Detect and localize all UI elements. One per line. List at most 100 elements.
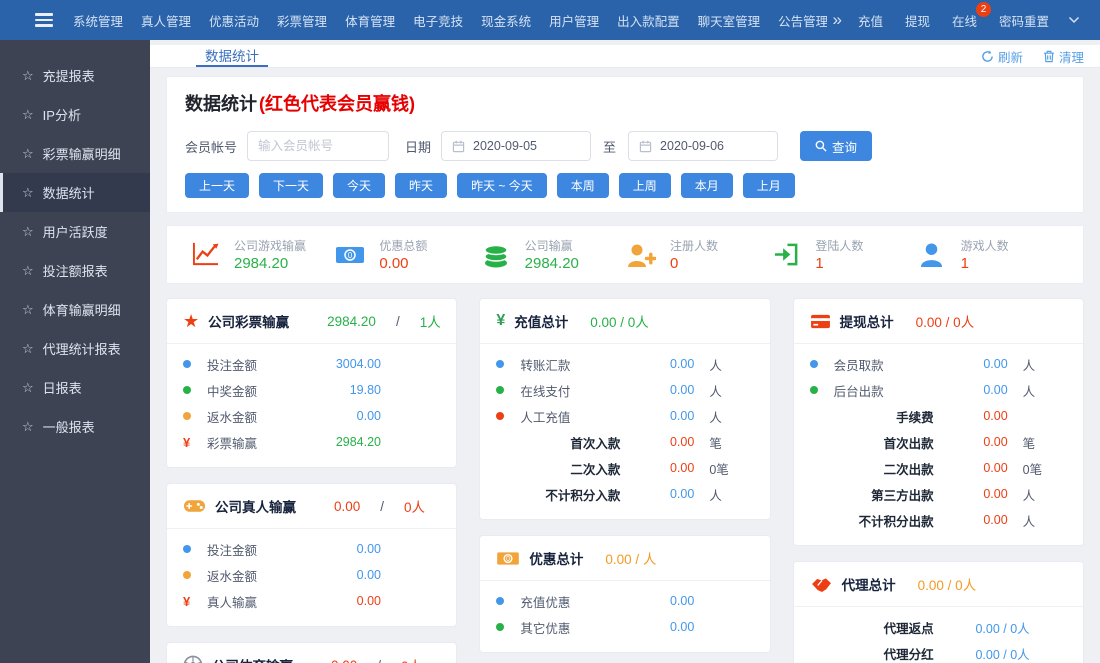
star-award-icon: ★: [183, 311, 200, 331]
green-dot-icon: [809, 386, 818, 394]
blue-dot-icon: [496, 597, 505, 605]
sidebar-item-label: 日报表: [42, 381, 82, 396]
stat-row: 返水金额 0.00: [183, 403, 440, 429]
top-menu-item-lottery-mgmt[interactable]: 彩票管理: [268, 0, 336, 40]
star-icon: ☆: [22, 301, 34, 317]
stat-row: ¥ 彩票输赢 2984.20: [183, 434, 381, 451]
page-title: 数据统计 (红色代表会员赢钱): [185, 94, 415, 114]
sidebar-item-general-report[interactable]: ☆ 一般报表: [0, 407, 150, 446]
stat-login-count: 登陆人数 1: [770, 237, 915, 272]
coins-icon: [480, 241, 512, 269]
svg-text:0: 0: [348, 251, 353, 260]
stat-promo-total: 0 优惠总额 0.00: [334, 237, 479, 272]
sidebar-item-user-activity[interactable]: ☆ 用户活跃度: [0, 212, 150, 251]
line-chart-icon: [189, 241, 221, 268]
clear-button[interactable]: 清理: [1043, 47, 1084, 66]
yen-icon: ¥: [183, 593, 191, 609]
stat-row: 投注金额 3004.00: [183, 351, 440, 377]
sidebar-item-label: 用户活跃度: [42, 225, 108, 240]
handshake-icon: [810, 576, 833, 593]
top-navbar: 系统管理 真人管理 优惠活动 彩票管理 体育管理 电子竞技 现金系统 用户管理 …: [0, 0, 1100, 40]
top-menu-item-user-mgmt[interactable]: 用户管理: [540, 0, 608, 40]
trash-icon: [1043, 50, 1054, 62]
withdraw-link[interactable]: 提现: [894, 0, 941, 40]
stat-row: 返水金额 0.00: [183, 562, 440, 588]
stat-row: 会员取款 0.00 人: [809, 351, 1067, 377]
top-menu-item-live-mgmt[interactable]: 真人管理: [132, 0, 200, 40]
stat-row: 二次出款 0.00 0笔: [883, 461, 1043, 477]
top-menu-item-esports-mgmt[interactable]: 电子竞技: [404, 0, 472, 40]
sidebar-item-ip-analysis[interactable]: ☆ IP分析: [0, 95, 150, 134]
quick-last-week-button[interactable]: 上周: [618, 173, 671, 198]
search-button[interactable]: 查询: [800, 131, 873, 161]
member-account-input[interactable]: [247, 131, 390, 161]
quick-this-week-button[interactable]: 本周: [556, 173, 609, 198]
chevron-down-icon[interactable]: [1060, 16, 1088, 24]
top-menu-item-system-mgmt[interactable]: 系统管理: [64, 0, 132, 40]
star-icon: ☆: [22, 67, 34, 83]
stat-row: 不计积分入款 0.00 人: [545, 487, 722, 503]
star-icon: ☆: [22, 145, 34, 161]
banknote-icon: 0: [334, 244, 366, 266]
quick-next-day-button[interactable]: 下一天: [259, 173, 324, 198]
orange-dot-icon: [183, 412, 191, 420]
card-lottery-winloss: ★ 公司彩票输赢 2984.20 / 1人 投注金额 3004.00 中奖金额 19…: [166, 298, 458, 468]
hamburger-menu-icon[interactable]: [24, 0, 64, 40]
sidebar-item-sports-winloss-detail[interactable]: ☆ 体育输赢明细: [0, 290, 150, 329]
sidebar-item-recharge-withdraw-report[interactable]: ☆ 充提报表: [0, 56, 150, 95]
more-menus-icon[interactable]: »: [827, 0, 846, 40]
sidebar-item-agent-statistics-report[interactable]: ☆ 代理统计报表: [0, 329, 150, 368]
recharge-link[interactable]: 充值: [847, 0, 894, 40]
refresh-button[interactable]: 刷新: [981, 47, 1023, 66]
stat-row: 后台出款 0.00 人: [809, 377, 1067, 403]
date-to-input[interactable]: 2020-09-06: [628, 131, 779, 161]
topbar-right-actions: 充值 提现 在线 2 密码重置: [847, 0, 1100, 40]
sidebar: ☆ 充提报表 ☆ IP分析 ☆ 彩票输赢明细 ☆ 数据统计 ☆ 用户活跃度 ☆ 投注额报表 …: [0, 40, 150, 663]
sidebar-item-label: 体育输赢明细: [42, 303, 121, 318]
top-menu-item-payment-config[interactable]: 出入款配置: [608, 0, 689, 40]
stat-row: 二次入款 0.00 0笔: [570, 461, 729, 477]
stat-player-count: 游戏人数 1: [916, 237, 1061, 272]
sidebar-item-lottery-winloss-detail[interactable]: ☆ 彩票输赢明细: [0, 134, 150, 173]
stat-row: 人工充值 0.00 人: [496, 403, 753, 429]
sidebar-item-label: 彩票输赢明细: [42, 147, 121, 162]
quick-today-button[interactable]: 今天: [333, 173, 386, 198]
quick-yesterday-button[interactable]: 昨天: [395, 173, 448, 198]
sidebar-item-bet-amount-report[interactable]: ☆ 投注额报表: [0, 251, 150, 290]
summary-stats: 公司游戏输赢 2984.20 0 优惠总额 0.00 公司输赢 2984.20 注册人…: [166, 225, 1084, 284]
quick-last-month-button[interactable]: 上月: [742, 173, 795, 198]
stat-row: 首次入款 0.00 笔: [570, 435, 722, 451]
blue-dot-icon: [183, 360, 191, 368]
search-icon: [815, 140, 827, 152]
star-icon: ☆: [22, 106, 34, 122]
top-menu-item-chatroom-mgmt[interactable]: 聊天室管理: [689, 0, 770, 40]
green-dot-icon: [183, 386, 191, 394]
stat-row: 投注金额 0.00: [183, 536, 440, 562]
sidebar-item-data-statistics[interactable]: ☆ 数据统计: [0, 173, 150, 212]
gamepad-icon: [183, 498, 206, 514]
quick-this-month-button[interactable]: 本月: [680, 173, 733, 198]
star-icon: ☆: [22, 184, 34, 200]
top-menu-item-cash-system[interactable]: 现金系统: [472, 0, 540, 40]
quick-yesterday-to-today-button[interactable]: 昨天 ~ 今天: [457, 173, 547, 198]
sidebar-item-daily-report[interactable]: ☆ 日报表: [0, 368, 150, 407]
online-link[interactable]: 在线 2: [941, 0, 991, 40]
user-icon: [916, 241, 948, 268]
stat-row: 充值优惠 0.00: [496, 588, 753, 614]
top-menu-item-announcement-mgmt[interactable]: 公告管理: [769, 0, 827, 40]
date-from-input[interactable]: 2020-09-05: [441, 131, 592, 161]
red-dot-icon: [496, 412, 505, 420]
top-menu-item-promo-activity[interactable]: 优惠活动: [200, 0, 268, 40]
password-reset-link[interactable]: 密码重置: [988, 0, 1060, 40]
quick-prev-day-button[interactable]: 上一天: [185, 173, 250, 198]
yen-icon: ¥: [183, 434, 191, 450]
tab-data-statistics[interactable]: 数据统计: [196, 45, 268, 67]
star-icon: ☆: [22, 262, 34, 278]
blue-dot-icon: [183, 545, 191, 553]
card-sports-winloss: 公司体育输赢 0.00 / 0人 投注金额0.00: [166, 642, 458, 663]
top-menu-item-sports-mgmt[interactable]: 体育管理: [336, 0, 404, 40]
stat-row: 不计积分出款 0.00 人: [858, 513, 1036, 529]
sidebar-item-label: 投注额报表: [42, 264, 108, 279]
stat-company-winloss: 公司输赢 2984.20: [480, 237, 625, 272]
star-icon: ☆: [22, 418, 34, 434]
